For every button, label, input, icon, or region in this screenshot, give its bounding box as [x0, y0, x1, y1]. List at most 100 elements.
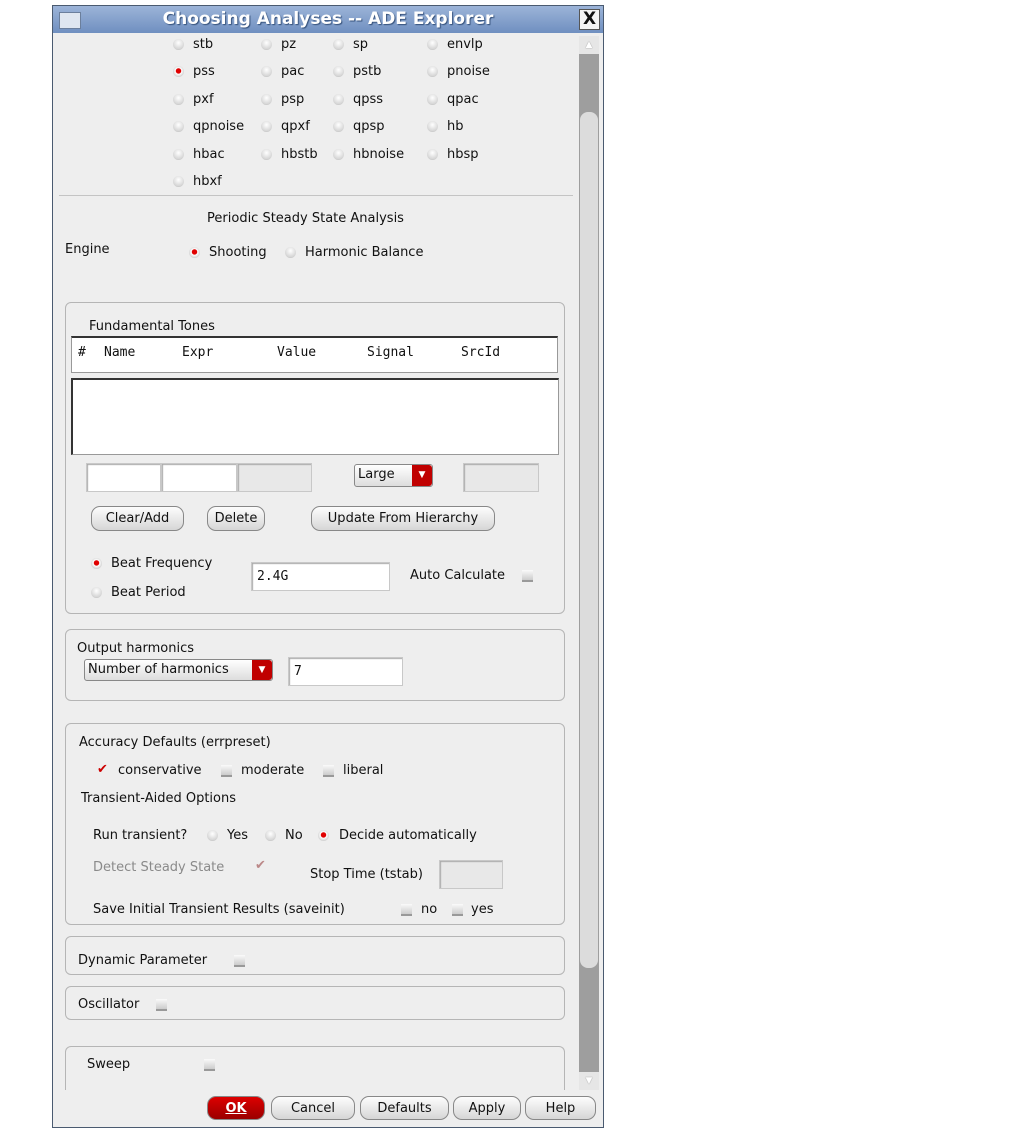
beat-value-field[interactable]: 2.4G — [251, 562, 390, 591]
run-transient-yes-radio[interactable] — [207, 830, 218, 841]
close-button[interactable]: X — [579, 9, 600, 30]
analysis-label-pstb: pstb — [353, 64, 382, 79]
moderate-checkbox[interactable] — [221, 765, 232, 777]
col-signal[interactable]: Signal — [367, 345, 414, 360]
dynamic-parameter-checkbox[interactable] — [234, 955, 245, 967]
window-title: Choosing Analyses -- ADE Explorer — [162, 9, 494, 29]
stop-time-label: Stop Time (tstab) — [310, 867, 423, 882]
sweep-checkbox[interactable] — [204, 1059, 215, 1071]
engine-hb-radio[interactable] — [285, 247, 296, 258]
analysis-radio-psp[interactable] — [261, 94, 272, 105]
analysis-radio-hbstb[interactable] — [261, 149, 272, 160]
run-transient-no-label: No — [285, 828, 303, 843]
beat-frequency-radio[interactable] — [91, 558, 102, 569]
oscillator-label: Oscillator — [78, 997, 140, 1012]
defaults-button[interactable]: Defaults — [360, 1096, 449, 1120]
dynamic-parameter-label: Dynamic Parameter — [78, 953, 208, 968]
update-from-hierarchy-button[interactable]: Update From Hierarchy — [311, 506, 495, 531]
analysis-radio-pss[interactable] — [173, 66, 184, 77]
tone-value-field — [237, 463, 312, 492]
col-expr[interactable]: Expr — [182, 345, 213, 360]
analysis-radio-hbnoise[interactable] — [333, 149, 344, 160]
dialog-window: Choosing Analyses -- ADE Explorer X stb p… — [52, 5, 604, 1128]
analysis-radio-hb[interactable] — [427, 121, 438, 132]
analysis-radio-hbac[interactable] — [173, 149, 184, 160]
chevron-down-icon: ▼ — [252, 660, 272, 680]
run-transient-no-radio[interactable] — [265, 830, 276, 841]
col-name[interactable]: Name — [104, 345, 135, 360]
scroll-down-arrow-icon[interactable]: ▼ — [579, 1072, 599, 1090]
analysis-radio-hbsp[interactable] — [427, 149, 438, 160]
engine-shooting-label: Shooting — [209, 245, 267, 260]
analysis-radio-envlp[interactable] — [427, 39, 438, 50]
tones-table-body[interactable] — [71, 378, 559, 455]
analysis-radio-pac[interactable] — [261, 66, 272, 77]
tone-size-select[interactable]: Large ▼ — [354, 464, 433, 487]
apply-button[interactable]: Apply — [453, 1096, 521, 1120]
accuracy-title: Accuracy Defaults (errpreset) — [79, 735, 271, 750]
analysis-radio-qpxf[interactable] — [261, 121, 272, 132]
harmonics-count-field[interactable]: 7 — [288, 657, 403, 686]
tone-name-field[interactable] — [86, 463, 161, 492]
liberal-checkbox[interactable] — [323, 765, 334, 777]
fundamental-tones-title: Fundamental Tones — [89, 319, 215, 334]
ok-button[interactable]: OK — [207, 1096, 265, 1120]
run-transient-auto-radio[interactable] — [318, 830, 329, 841]
harmonics-mode-value: Number of harmonics — [88, 662, 229, 677]
clear-add-button[interactable]: Clear/Add — [91, 506, 184, 531]
save-init-no-checkbox[interactable] — [401, 904, 412, 916]
beat-period-radio[interactable] — [91, 587, 102, 598]
beat-period-label: Beat Period — [111, 585, 186, 600]
cancel-button[interactable]: Cancel — [271, 1096, 355, 1120]
tone-size-value: Large — [358, 467, 395, 482]
analysis-radio-hbxf[interactable] — [173, 176, 184, 187]
analysis-label-qpac: qpac — [447, 92, 479, 107]
run-transient-yes-label: Yes — [227, 828, 248, 843]
analysis-label-envlp: envlp — [447, 37, 483, 52]
analysis-label-pac: pac — [281, 64, 305, 79]
engine-shooting-radio[interactable] — [189, 247, 200, 258]
analysis-radio-stb[interactable] — [173, 39, 184, 50]
col-index: # — [78, 345, 86, 360]
analysis-label-qpnoise: qpnoise — [193, 119, 245, 134]
analysis-label-stb: stb — [193, 37, 214, 52]
tones-table-header: # Name Expr Value Signal SrcId — [71, 336, 558, 373]
harmonics-mode-select[interactable]: Number of harmonics ▼ — [84, 659, 273, 681]
analysis-heading: Periodic Steady State Analysis — [207, 211, 404, 226]
col-srcid[interactable]: SrcId — [461, 345, 500, 360]
engine-hb-label: Harmonic Balance — [305, 245, 424, 260]
analysis-radio-pnoise[interactable] — [427, 66, 438, 77]
analysis-radio-pstb[interactable] — [333, 66, 344, 77]
analysis-label-pnoise: pnoise — [447, 64, 490, 79]
analysis-label-qpss: qpss — [353, 92, 384, 107]
beat-frequency-label: Beat Frequency — [111, 556, 213, 571]
delete-button[interactable]: Delete — [207, 506, 265, 531]
analysis-radio-qpss[interactable] — [333, 94, 344, 105]
stop-time-field — [439, 860, 503, 889]
auto-calculate-checkbox[interactable] — [522, 570, 533, 582]
analysis-radio-pxf[interactable] — [173, 94, 184, 105]
help-button[interactable]: Help — [525, 1096, 596, 1120]
analysis-radio-qpac[interactable] — [427, 94, 438, 105]
scrollbar-thumb[interactable] — [580, 112, 598, 968]
save-init-yes-checkbox[interactable] — [452, 904, 463, 916]
tone-expr-field[interactable] — [161, 463, 237, 492]
conservative-label: conservative — [118, 763, 202, 778]
tone-srcid-field — [463, 463, 539, 492]
analysis-radio-qpnoise[interactable] — [173, 121, 184, 132]
sweep-label: Sweep — [87, 1057, 131, 1072]
conservative-checkbox[interactable]: ✔ — [97, 762, 108, 777]
title-bar[interactable]: Choosing Analyses -- ADE Explorer X — [53, 6, 603, 33]
scroll-up-arrow-icon[interactable]: ▲ — [579, 36, 599, 54]
output-harmonics-title: Output harmonics — [77, 641, 194, 656]
analysis-radio-sp[interactable] — [333, 39, 344, 50]
vertical-scrollbar[interactable]: ▲ ▼ — [579, 36, 599, 1090]
col-value[interactable]: Value — [277, 345, 316, 360]
analysis-label-qpxf: qpxf — [281, 119, 310, 134]
oscillator-checkbox[interactable] — [156, 999, 167, 1011]
analysis-radio-qpsp[interactable] — [333, 121, 344, 132]
run-transient-label: Run transient? — [93, 828, 188, 843]
analysis-label-pz: pz — [281, 37, 297, 52]
analysis-radio-pz[interactable] — [261, 39, 272, 50]
engine-label: Engine — [65, 242, 110, 257]
